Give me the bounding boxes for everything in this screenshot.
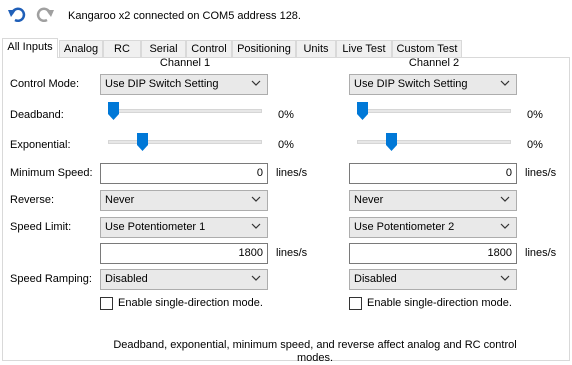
ch1-speed-limit-unit: lines/s [276, 247, 308, 259]
redo-button[interactable] [32, 2, 58, 28]
tab-units[interactable]: Units [296, 40, 336, 57]
tab-all-inputs[interactable]: All Inputs [2, 38, 58, 58]
ch2-speed-ramping-value: Disabled [354, 273, 397, 285]
ch2-speed-ramping-select[interactable]: Disabled [349, 269, 517, 290]
tab-bar: All Inputs Analog RC Serial Control Posi… [2, 38, 570, 58]
ch1-exponential-value: 0% [278, 139, 294, 151]
channel-1-heading: Channel 1 [159, 57, 211, 69]
deadband-label: Deadband: [10, 109, 64, 121]
ch2-speed-limit-input[interactable]: 1800 [349, 243, 517, 264]
undo-button[interactable] [4, 2, 30, 28]
footnote-text: Deadband, exponential, minimum speed, an… [113, 339, 517, 364]
speed-ramping-label: Speed Ramping: [10, 273, 92, 285]
ch1-deadband-track [108, 109, 262, 113]
ch1-speed-ramping-value: Disabled [105, 273, 148, 285]
ch2-minimum-speed-unit: lines/s [525, 167, 557, 179]
ch2-reverse-value: Never [354, 194, 384, 206]
ch2-deadband-value: 0% [527, 109, 543, 121]
ch1-control-mode-value: Use DIP Switch Setting [105, 78, 219, 90]
reverse-label: Reverse: [10, 194, 55, 206]
ch2-speed-limit-unit: lines/s [525, 247, 557, 259]
exponential-label: Exponential: [10, 139, 71, 151]
chevron-down-icon [500, 223, 510, 229]
speed-limit-label: Speed Limit: [10, 221, 72, 233]
ch1-reverse-value: Never [105, 194, 135, 206]
ch1-deadband-slider-thumb[interactable] [108, 102, 119, 120]
chevron-down-icon [500, 275, 510, 281]
ch1-exponential-slider-thumb[interactable] [137, 133, 149, 151]
chevron-down-icon [251, 223, 261, 229]
ch1-speed-limit-select[interactable]: Use Potentiometer 1 [100, 217, 268, 238]
ch1-minimum-speed-input[interactable]: 0 [100, 163, 268, 184]
tab-rc[interactable]: RC [103, 40, 141, 57]
channel-2-heading: Channel 2 [408, 57, 460, 69]
tab-positioning[interactable]: Positioning [232, 40, 296, 57]
ch1-speed-limit-input[interactable]: 1800 [100, 243, 268, 264]
chevron-down-icon [251, 80, 261, 86]
ch1-deadband-value: 0% [278, 109, 294, 121]
ch2-deadband-slider-thumb[interactable] [357, 102, 368, 120]
chevron-down-icon [500, 80, 510, 86]
connection-status: Kangaroo x2 connected on COM5 address 12… [68, 10, 301, 22]
tab-live-test[interactable]: Live Test [336, 40, 392, 57]
ch1-reverse-select[interactable]: Never [100, 190, 268, 211]
control-mode-label: Control Mode: [10, 78, 80, 90]
ch2-control-mode-select[interactable]: Use DIP Switch Setting [349, 74, 517, 95]
tab-control[interactable]: Control [186, 40, 232, 57]
ch2-speed-limit-value: Use Potentiometer 2 [354, 221, 455, 233]
ch1-speed-ramping-select[interactable]: Disabled [100, 269, 268, 290]
ch1-exponential-track [108, 140, 262, 144]
chevron-down-icon [251, 196, 261, 202]
ch2-exponential-slider-thumb[interactable] [386, 133, 398, 151]
tab-serial[interactable]: Serial [141, 40, 186, 57]
ch2-exponential-track [357, 140, 511, 144]
undo-icon [8, 7, 26, 22]
ch2-single-direction-checkbox[interactable] [349, 297, 362, 310]
tab-custom-test[interactable]: Custom Test [392, 40, 462, 57]
minimum-speed-label: Minimum Speed: [10, 167, 93, 179]
ch2-reverse-select[interactable]: Never [349, 190, 517, 211]
redo-icon [36, 7, 54, 22]
ch2-exponential-value: 0% [527, 139, 543, 151]
ch2-deadband-track [357, 109, 511, 113]
ch1-single-direction-checkbox[interactable] [100, 297, 113, 310]
ch2-single-direction-label: Enable single-direction mode. [367, 297, 512, 309]
ch1-control-mode-select[interactable]: Use DIP Switch Setting [100, 74, 268, 95]
ch1-single-direction-label: Enable single-direction mode. [118, 297, 263, 309]
ch1-speed-limit-value: Use Potentiometer 1 [105, 221, 206, 233]
ch2-minimum-speed-input[interactable]: 0 [349, 163, 517, 184]
ch2-control-mode-value: Use DIP Switch Setting [354, 78, 468, 90]
ch2-speed-limit-select[interactable]: Use Potentiometer 2 [349, 217, 517, 238]
chevron-down-icon [500, 196, 510, 202]
tab-analog[interactable]: Analog [59, 40, 103, 57]
ch1-minimum-speed-unit: lines/s [276, 167, 308, 179]
chevron-down-icon [251, 275, 261, 281]
